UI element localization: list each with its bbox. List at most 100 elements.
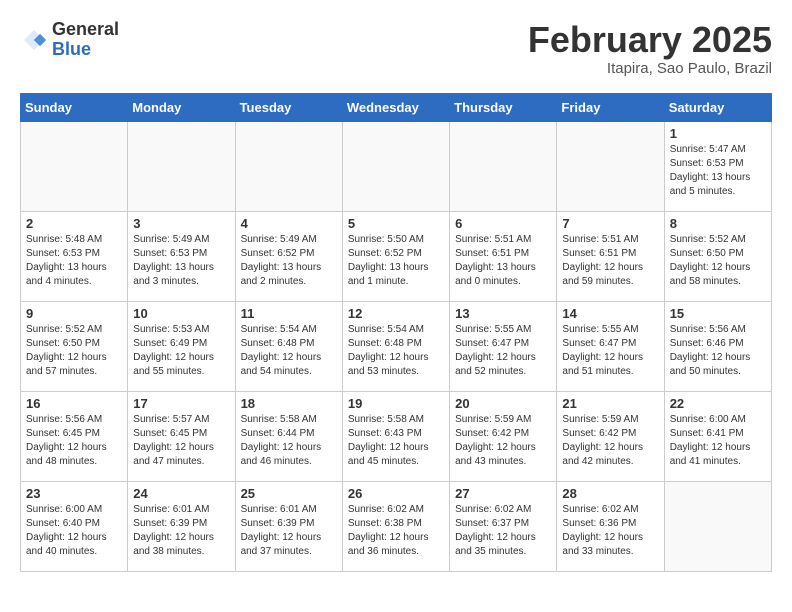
day-number: 16 (26, 396, 122, 411)
calendar-cell: 27 Sunrise: 6:02 AM Sunset: 6:37 PM Dayli… (450, 481, 557, 571)
day-number: 9 (26, 306, 122, 321)
day-info: Sunrise: 6:02 AM Sunset: 6:36 PM Dayligh… (562, 503, 658, 559)
calendar-header-saturday: Saturday (664, 93, 771, 121)
day-info: Sunrise: 5:51 AM Sunset: 6:51 PM Dayligh… (562, 233, 658, 289)
day-number: 4 (241, 216, 337, 231)
calendar-table: SundayMondayTuesdayWednesdayThursdayFrid… (20, 93, 772, 572)
day-number: 10 (133, 306, 229, 321)
day-info: Sunrise: 5:55 AM Sunset: 6:47 PM Dayligh… (455, 323, 551, 379)
day-number: 6 (455, 216, 551, 231)
day-info: Sunrise: 5:50 AM Sunset: 6:52 PM Dayligh… (348, 233, 444, 289)
calendar-cell: 1 Sunrise: 5:47 AM Sunset: 6:53 PM Daylig… (664, 121, 771, 211)
calendar-cell: 6 Sunrise: 5:51 AM Sunset: 6:51 PM Daylig… (450, 211, 557, 301)
calendar-week-2: 9 Sunrise: 5:52 AM Sunset: 6:50 PM Daylig… (21, 301, 772, 391)
day-info: Sunrise: 5:53 AM Sunset: 6:49 PM Dayligh… (133, 323, 229, 379)
calendar-cell: 17 Sunrise: 5:57 AM Sunset: 6:45 PM Dayli… (128, 391, 235, 481)
calendar-header-thursday: Thursday (450, 93, 557, 121)
day-number: 24 (133, 486, 229, 501)
day-number: 14 (562, 306, 658, 321)
calendar-header-friday: Friday (557, 93, 664, 121)
calendar-cell: 12 Sunrise: 5:54 AM Sunset: 6:48 PM Dayli… (342, 301, 449, 391)
calendar-cell: 4Sunrise: 5:49 AM Sunset: 6:52 PM Daylig… (235, 211, 342, 301)
calendar-cell (21, 121, 128, 211)
calendar-week-3: 16 Sunrise: 5:56 AM Sunset: 6:45 PM Dayli… (21, 391, 772, 481)
calendar-cell (342, 121, 449, 211)
day-info: Sunrise: 5:49 AM Sunset: 6:53 PM Dayligh… (133, 233, 229, 289)
day-info: Sunrise: 5:55 AM Sunset: 6:47 PM Dayligh… (562, 323, 658, 379)
calendar-cell: 7 Sunrise: 5:51 AM Sunset: 6:51 PM Daylig… (557, 211, 664, 301)
logo-general-text: General (52, 20, 119, 40)
calendar-cell (450, 121, 557, 211)
day-number: 26 (348, 486, 444, 501)
day-number: 2 (26, 216, 122, 231)
calendar-cell: 23 Sunrise: 6:00 AM Sunset: 6:40 PM Dayli… (21, 481, 128, 571)
day-info: Sunrise: 6:01 AM Sunset: 6:39 PM Dayligh… (241, 503, 337, 559)
calendar-cell: 11Sunrise: 5:54 AM Sunset: 6:48 PM Dayli… (235, 301, 342, 391)
day-number: 23 (26, 486, 122, 501)
calendar-header-sunday: Sunday (21, 93, 128, 121)
calendar-cell: 3 Sunrise: 5:49 AM Sunset: 6:53 PM Daylig… (128, 211, 235, 301)
day-number: 17 (133, 396, 229, 411)
day-number: 7 (562, 216, 658, 231)
day-number: 15 (670, 306, 766, 321)
calendar-cell: 26 Sunrise: 6:02 AM Sunset: 6:38 PM Dayli… (342, 481, 449, 571)
calendar-cell: 19Sunrise: 5:58 AM Sunset: 6:43 PM Dayli… (342, 391, 449, 481)
logo-text: General Blue (52, 20, 119, 60)
day-number: 5 (348, 216, 444, 231)
day-info: Sunrise: 5:52 AM Sunset: 6:50 PM Dayligh… (26, 323, 122, 379)
day-number: 20 (455, 396, 551, 411)
calendar-cell (664, 481, 771, 571)
day-number: 28 (562, 486, 658, 501)
calendar-cell: 2 Sunrise: 5:48 AM Sunset: 6:53 PM Daylig… (21, 211, 128, 301)
day-info: Sunrise: 5:56 AM Sunset: 6:46 PM Dayligh… (670, 323, 766, 379)
day-number: 22 (670, 396, 766, 411)
day-info: Sunrise: 5:56 AM Sunset: 6:45 PM Dayligh… (26, 413, 122, 469)
day-number: 11 (241, 306, 337, 321)
calendar-week-1: 2 Sunrise: 5:48 AM Sunset: 6:53 PM Daylig… (21, 211, 772, 301)
day-number: 27 (455, 486, 551, 501)
day-info: Sunrise: 5:59 AM Sunset: 6:42 PM Dayligh… (455, 413, 551, 469)
logo: General Blue (20, 20, 119, 60)
calendar-cell (128, 121, 235, 211)
day-info: Sunrise: 5:52 AM Sunset: 6:50 PM Dayligh… (670, 233, 766, 289)
day-info: Sunrise: 5:58 AM Sunset: 6:44 PM Dayligh… (241, 413, 337, 469)
calendar-header-wednesday: Wednesday (342, 93, 449, 121)
page-header: General Blue February 2025 Itapira, Sao … (20, 20, 772, 77)
day-info: Sunrise: 6:02 AM Sunset: 6:38 PM Dayligh… (348, 503, 444, 559)
calendar-week-0: 1 Sunrise: 5:47 AM Sunset: 6:53 PM Daylig… (21, 121, 772, 211)
calendar-cell: 28 Sunrise: 6:02 AM Sunset: 6:36 PM Dayli… (557, 481, 664, 571)
day-number: 25 (241, 486, 337, 501)
day-number: 21 (562, 396, 658, 411)
calendar-cell: 25 Sunrise: 6:01 AM Sunset: 6:39 PM Dayli… (235, 481, 342, 571)
day-info: Sunrise: 5:54 AM Sunset: 6:48 PM Dayligh… (348, 323, 444, 379)
calendar-cell: 14 Sunrise: 5:55 AM Sunset: 6:47 PM Dayli… (557, 301, 664, 391)
calendar-cell: 16 Sunrise: 5:56 AM Sunset: 6:45 PM Dayli… (21, 391, 128, 481)
calendar-cell: 13 Sunrise: 5:55 AM Sunset: 6:47 PM Dayli… (450, 301, 557, 391)
calendar-cell: 9 Sunrise: 5:52 AM Sunset: 6:50 PM Daylig… (21, 301, 128, 391)
day-info: Sunrise: 5:59 AM Sunset: 6:42 PM Dayligh… (562, 413, 658, 469)
day-number: 3 (133, 216, 229, 231)
day-number: 19 (348, 396, 444, 411)
calendar-header-tuesday: Tuesday (235, 93, 342, 121)
day-info: Sunrise: 6:02 AM Sunset: 6:37 PM Dayligh… (455, 503, 551, 559)
day-info: Sunrise: 6:01 AM Sunset: 6:39 PM Dayligh… (133, 503, 229, 559)
calendar-cell: 5 Sunrise: 5:50 AM Sunset: 6:52 PM Daylig… (342, 211, 449, 301)
day-info: Sunrise: 5:51 AM Sunset: 6:51 PM Dayligh… (455, 233, 551, 289)
calendar-header-monday: Monday (128, 93, 235, 121)
calendar-week-4: 23 Sunrise: 6:00 AM Sunset: 6:40 PM Dayli… (21, 481, 772, 571)
logo-blue-text: Blue (52, 40, 119, 60)
day-info: Sunrise: 5:47 AM Sunset: 6:53 PM Dayligh… (670, 143, 766, 199)
calendar-cell (557, 121, 664, 211)
day-info: Sunrise: 5:57 AM Sunset: 6:45 PM Dayligh… (133, 413, 229, 469)
day-info: Sunrise: 6:00 AM Sunset: 6:40 PM Dayligh… (26, 503, 122, 559)
calendar-header-row: SundayMondayTuesdayWednesdayThursdayFrid… (21, 93, 772, 121)
day-number: 12 (348, 306, 444, 321)
day-info: Sunrise: 5:48 AM Sunset: 6:53 PM Dayligh… (26, 233, 122, 289)
calendar-cell: 22 Sunrise: 6:00 AM Sunset: 6:41 PM Dayli… (664, 391, 771, 481)
day-number: 13 (455, 306, 551, 321)
calendar-cell: 10 Sunrise: 5:53 AM Sunset: 6:49 PM Dayli… (128, 301, 235, 391)
day-number: 18 (241, 396, 337, 411)
day-number: 1 (670, 126, 766, 141)
month-title: February 2025 (528, 20, 772, 60)
day-info: Sunrise: 6:00 AM Sunset: 6:41 PM Dayligh… (670, 413, 766, 469)
